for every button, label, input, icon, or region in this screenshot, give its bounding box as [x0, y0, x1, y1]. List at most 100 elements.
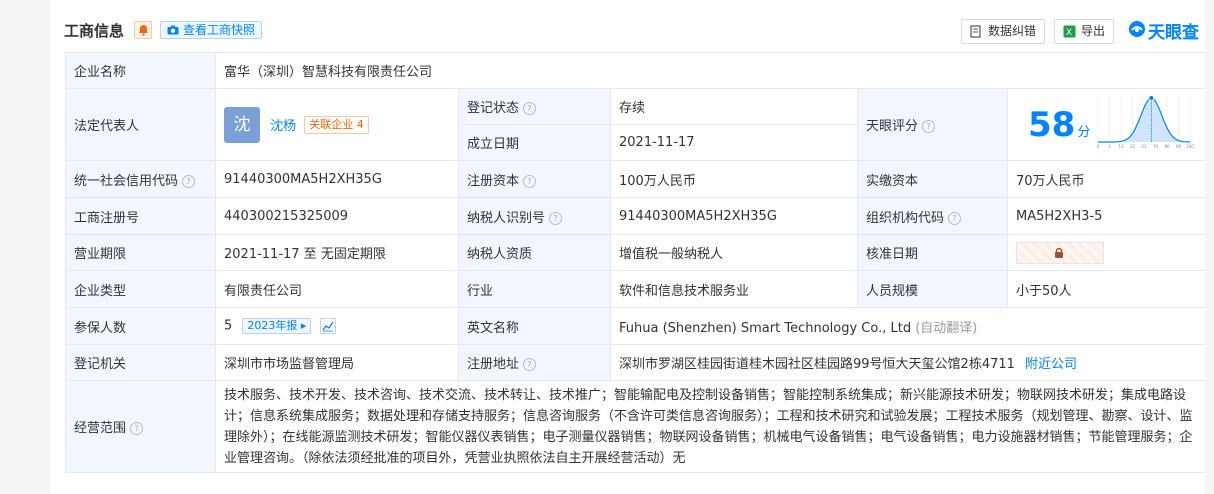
question-icon[interactable]: ?: [182, 174, 196, 188]
taxpayer-id-label-cell: 纳税人识别号?: [458, 197, 611, 235]
english-name-cell: Fuhua (Shenzhen) Smart Technology Co., L…: [609, 307, 1207, 345]
score-tick-label: 80: [1164, 144, 1170, 149]
taxpayer-qual-label: 纳税人资质: [458, 234, 611, 271]
company-name-label: 企业名称: [65, 52, 216, 89]
table-row: 营业期限 2021-11-17 至 无固定期限 纳税人资质 增值税一般纳税人 核…: [65, 234, 1207, 271]
address-label-cell: 注册地址?: [458, 344, 611, 381]
score-cell[interactable]: 58 分 0 1 11 32 53 70 80 90 100: [1006, 88, 1207, 161]
type-value: 有限责任公司: [215, 270, 459, 308]
address-cell: 深圳市罗湖区桂园街道桂木园社区桂园路99号恒大天玺公馆2栋4711 附近公司: [609, 344, 1207, 381]
legal-rep-name-link[interactable]: 沈杨: [270, 119, 296, 134]
bell-icon: [139, 25, 148, 36]
tianyancha-logo-icon: [1129, 21, 1145, 37]
score-tick-label: 90: [1176, 144, 1182, 149]
founded-value: 2021-11-17: [610, 124, 858, 161]
locked-approval-date[interactable]: [1016, 241, 1104, 264]
section-header: 工商信息 查看工商快照 数据纠错 X 导出 天眼查: [50, 14, 1214, 46]
score-tick-label: 1: [1108, 144, 1111, 149]
taxpayer-id-value: 91440300MA5H2XH35G: [610, 197, 858, 235]
question-icon[interactable]: ?: [922, 120, 936, 133]
related-companies-count: 4: [356, 117, 364, 131]
svg-text:X: X: [1066, 28, 1072, 38]
staff-value: 小于50人: [1006, 270, 1207, 308]
score-unit: 分: [1077, 125, 1091, 140]
lock-icon: [1055, 247, 1063, 258]
taxpayer-qual-value: 增值税一般纳税人: [610, 234, 858, 271]
org-code-label-cell: 组织机构代码?: [857, 197, 1008, 235]
question-icon[interactable]: ?: [130, 422, 144, 435]
score-marker-point: [1148, 95, 1155, 101]
scope-cell: 技术服务、技术开发、技术咨询、技术交流、技术转让、技术推广；智能输配电及控制设备…: [214, 380, 1207, 473]
taxpayer-id-label: 纳税人识别号: [467, 210, 546, 226]
authority-label: 登记机关: [65, 344, 216, 381]
insured-cell: 5 2023年报 ▸: [215, 307, 459, 345]
address-label: 注册地址: [467, 357, 520, 372]
question-icon[interactable]: ?: [523, 358, 537, 371]
company-name-value: 富华（深圳）智慧科技有限责任公司: [214, 52, 1207, 89]
reg-capital-label: 注册资本: [467, 173, 520, 189]
org-code-value: MA5H2XH3-5: [1006, 197, 1207, 235]
scope-label: 经营范围: [74, 421, 127, 436]
address-value: 深圳市罗湖区桂园街道桂木园社区桂园路99号恒大天玺公馆2栋4711: [619, 357, 1015, 372]
edit-icon: [970, 25, 981, 38]
export-button[interactable]: X 导出: [1054, 19, 1115, 44]
industry-value: 软件和信息技术服务业: [610, 270, 858, 308]
table-row: 企业类型 有限责任公司 行业 软件和信息技术服务业 人员规模 小于50人: [65, 270, 1207, 308]
reg-no-label: 工商注册号: [65, 197, 216, 235]
excel-icon: X: [1063, 25, 1076, 38]
snapshot-label: 查看工商快照: [183, 23, 256, 37]
insured-value: 5: [224, 318, 233, 334]
approval-date-cell: [1006, 234, 1207, 271]
score-value: 58: [1028, 104, 1076, 145]
trend-chart-icon[interactable]: [319, 318, 336, 334]
term-label: 营业期限: [65, 234, 216, 271]
question-icon[interactable]: ?: [523, 174, 537, 188]
data-correction-label: 数据纠错: [988, 24, 1037, 38]
credit-code-value: 91440300MA5H2XH35G: [215, 160, 459, 198]
question-icon[interactable]: ?: [523, 102, 537, 115]
credit-code-label: 统一社会信用代码: [74, 173, 179, 189]
insured-year-label: 2023年报: [247, 319, 298, 332]
score-tick-label: 11: [1118, 144, 1124, 149]
table-row: 登记机关 深圳市市场监督管理局 注册地址? 深圳市罗湖区桂园街道桂木园社区桂园路…: [65, 344, 1207, 381]
table-row: 经营范围? 技术服务、技术开发、技术咨询、技术交流、技术转让、技术推广；智能输配…: [65, 380, 1207, 473]
reg-status-value: 存续: [610, 88, 858, 125]
business-info-card: 工商信息 查看工商快照 数据纠错 X 导出 天眼查 企业名称 富华（深圳）智慧科…: [50, 0, 1214, 494]
related-companies-badge[interactable]: 关联企业 4: [304, 115, 369, 134]
section-title: 工商信息: [64, 22, 125, 40]
approval-date-label: 核准日期: [857, 234, 1008, 271]
subscribe-bell-button[interactable]: [134, 21, 152, 39]
founded-label: 成立日期: [458, 124, 611, 161]
score-label: 天眼评分: [866, 119, 919, 134]
reg-status-label: 登记状态: [467, 101, 520, 116]
avatar[interactable]: 沈: [224, 106, 260, 143]
snapshot-button[interactable]: 查看工商快照: [160, 21, 263, 39]
table-row: 参保人数 5 2023年报 ▸ 英文名称 Fuhua (Shenzhen) Sm…: [65, 307, 1207, 345]
logo-text: 天眼查: [1148, 23, 1199, 43]
credit-code-label-cell: 统一社会信用代码?: [65, 160, 216, 198]
term-value: 2021-11-17 至 无固定期限: [215, 234, 459, 271]
score-tick-label: 0: [1097, 144, 1100, 149]
tianyancha-logo[interactable]: 天眼查: [1128, 18, 1212, 43]
auto-translate-note: (自动翻译): [915, 320, 978, 336]
legal-rep-label: 法定代表人: [65, 88, 216, 161]
question-icon[interactable]: ?: [948, 211, 962, 225]
paid-capital-value: 70万人民币: [1006, 160, 1207, 198]
table-row: 法定代表人 沈 沈杨 关联企业 4 登记状态? 存续 天眼评分? 58 分 011…: [65, 88, 1207, 161]
table-row: 统一社会信用代码? 91440300MA5H2XH35G 注册资本? 100万人…: [65, 160, 1207, 198]
score-tick-label: 70: [1153, 144, 1159, 149]
score-tick-label: 100: [1186, 144, 1194, 149]
nearby-companies-link[interactable]: 附近公司: [1025, 357, 1077, 372]
data-correction-button[interactable]: 数据纠错: [961, 19, 1046, 44]
english-name-value: Fuhua (Shenzhen) Smart Technology Co., L…: [619, 320, 912, 336]
business-info-table: 企业名称 富华（深圳）智慧科技有限责任公司 法定代表人 沈 沈杨 关联企业 4 …: [65, 52, 1207, 473]
camera-icon: [167, 25, 179, 35]
table-row: 企业名称 富华（深圳）智慧科技有限责任公司: [65, 52, 1207, 89]
insured-year-dropdown[interactable]: 2023年报 ▸: [242, 318, 312, 334]
score-distribution-chart: 0 1 11 32 53 70 80 90 100: [1097, 95, 1194, 149]
table-row: 工商注册号 440300215325009 纳税人识别号? 91440300MA…: [65, 197, 1207, 235]
question-icon[interactable]: ?: [549, 211, 563, 225]
score-label-cell: 天眼评分?: [857, 88, 1008, 161]
score-tick-label: 53: [1141, 144, 1147, 149]
reg-status-label-cell: 登记状态?: [458, 88, 611, 125]
